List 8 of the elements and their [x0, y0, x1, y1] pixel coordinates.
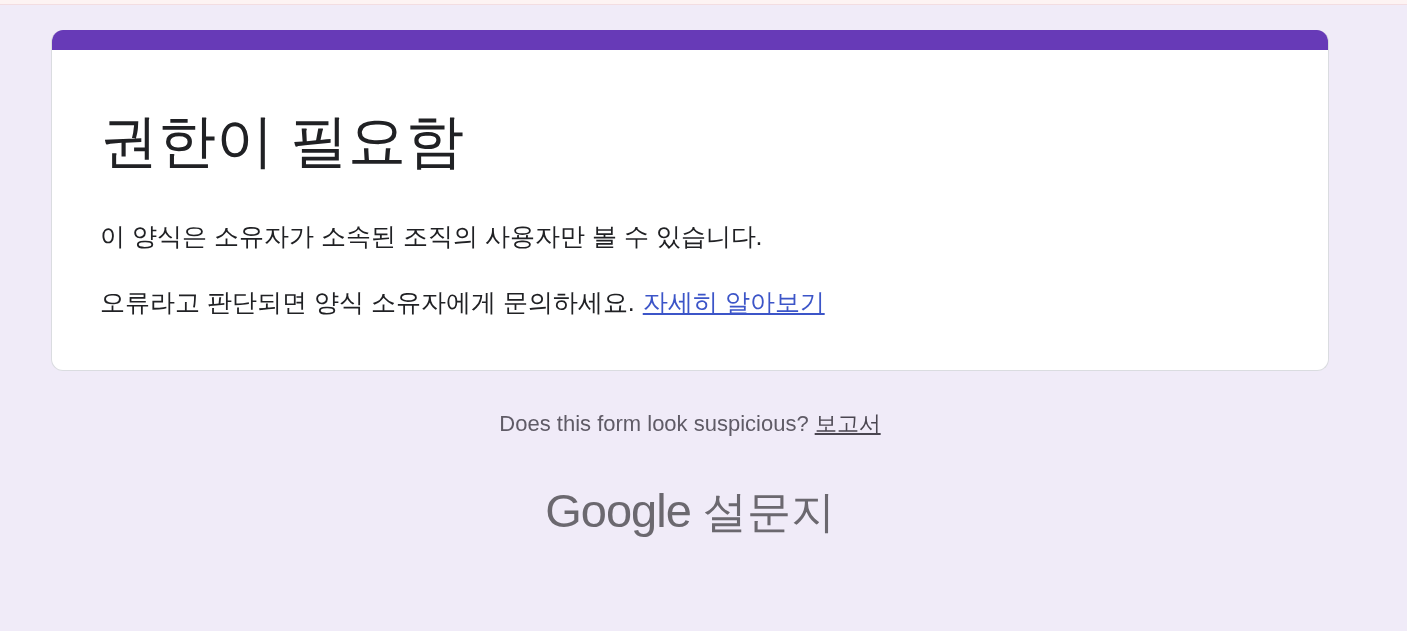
report-link[interactable]: 보고서	[814, 409, 881, 439]
learn-more-link[interactable]: 자세히 알아보기	[642, 284, 825, 320]
suspicious-question-text: Does this form look suspicious?	[499, 410, 809, 438]
notice-text: 오류라고 판단되면 양식 소유자에게 문의하세요.	[100, 287, 635, 318]
page-title: 권한이 필요함	[100, 107, 466, 175]
product-name: 설문지	[702, 486, 835, 538]
brand-logo-text: Google	[545, 483, 691, 539]
message-text: 이 양식은 소유자가 소속된 조직의 사용자만 볼 수 있습니다.	[100, 221, 764, 252]
